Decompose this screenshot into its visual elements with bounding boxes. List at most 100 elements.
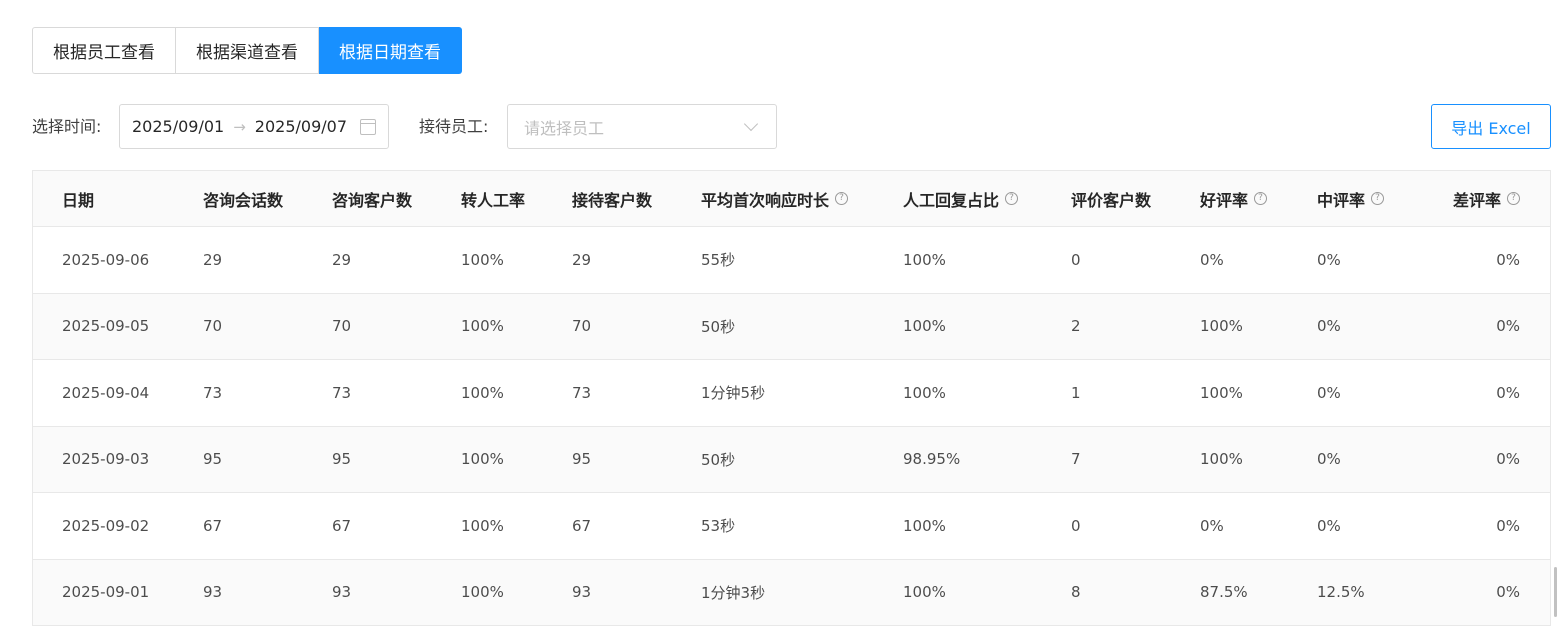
cell-good-rate: 100%: [1200, 450, 1243, 469]
header-rated-customers: 评价客户数: [1071, 190, 1152, 210]
cell-transfer-rate: 100%: [461, 317, 504, 336]
staff-select[interactable]: 请选择员工: [507, 104, 777, 149]
header-first-response: 平均首次响应时长?: [701, 187, 903, 211]
help-icon[interactable]: ?: [835, 192, 849, 205]
cell-served-customers: 73: [572, 383, 592, 402]
cell-sessions: 29: [203, 250, 223, 269]
staff-label: 接待员工:: [419, 117, 489, 136]
cell-neutral-rate: 12.5%: [1317, 583, 1365, 602]
table-row: 2025-09-05 70 70 100% 70 50秒 100% 2 100% 0% 0%: [33, 293, 1550, 360]
cell-date: 2025-09-04: [62, 383, 150, 402]
cell-good-rate: 100%: [1200, 383, 1243, 402]
cell-consult-customers: 73: [332, 383, 352, 402]
cell-served-customers: 95: [572, 450, 592, 469]
tab-by-channel[interactable]: 根据渠道查看: [176, 27, 319, 74]
cell-bad-rate: 0%: [1496, 516, 1520, 535]
cell-good-rate: 100%: [1200, 317, 1243, 336]
help-icon[interactable]: ?: [1254, 192, 1268, 205]
cell-date: 2025-09-05: [62, 317, 150, 336]
header-sessions: 咨询会话数: [203, 190, 284, 210]
cell-manual-reply: 100%: [903, 583, 946, 602]
cell-served-customers: 29: [572, 250, 592, 269]
header-neutral-rate: 中评率?: [1317, 187, 1417, 211]
header-manual-reply: 人工回复占比?: [903, 187, 1071, 211]
table-row: 2025-09-03 95 95 100% 95 50秒 98.95% 7 100% 0% 0%: [33, 426, 1550, 493]
header-bad-rate: 差评率?: [1417, 187, 1550, 211]
arrow-right-icon: →: [233, 117, 246, 136]
cell-manual-reply: 100%: [903, 383, 946, 402]
view-tabs: 根据员工查看 根据渠道查看 根据日期查看: [32, 27, 462, 74]
cell-rated-customers: 8: [1071, 583, 1081, 602]
cell-rated-customers: 1: [1071, 383, 1081, 402]
cell-bad-rate: 0%: [1496, 250, 1520, 269]
filter-bar: 选择时间: 2025/09/01 → 2025/09/07 接待员工: 请选择员…: [32, 104, 1557, 149]
cell-good-rate: 0%: [1200, 516, 1224, 535]
cell-first-response: 53秒: [701, 517, 736, 536]
staff-placeholder: 请选择员工: [524, 118, 605, 138]
cell-bad-rate: 0%: [1496, 583, 1520, 602]
cell-manual-reply: 100%: [903, 516, 946, 535]
cell-served-customers: 93: [572, 583, 592, 602]
time-label: 选择时间:: [32, 117, 102, 136]
cell-transfer-rate: 100%: [461, 583, 504, 602]
table-row: 2025-09-06 29 29 100% 29 55秒 100% 0 0% 0% 0%: [33, 227, 1550, 294]
tab-by-staff[interactable]: 根据员工查看: [32, 27, 176, 74]
cell-bad-rate: 0%: [1496, 450, 1520, 469]
cell-neutral-rate: 0%: [1317, 250, 1341, 269]
cell-good-rate: 87.5%: [1200, 583, 1248, 602]
header-good-rate: 好评率?: [1200, 187, 1317, 211]
cell-served-customers: 67: [572, 516, 592, 535]
calendar-icon[interactable]: [360, 118, 376, 135]
cell-consult-customers: 29: [332, 250, 352, 269]
cell-sessions: 73: [203, 383, 223, 402]
export-excel-button[interactable]: 导出 Excel: [1431, 104, 1551, 149]
cell-rated-customers: 0: [1071, 250, 1081, 269]
start-date[interactable]: 2025/09/01: [132, 117, 224, 136]
cell-manual-reply: 98.95%: [903, 450, 961, 469]
cell-sessions: 95: [203, 450, 223, 469]
cell-sessions: 67: [203, 516, 223, 535]
table-row: 2025-09-01 93 93 100% 93 1分钟3秒 100% 8 87.5% 12.5%…: [33, 559, 1550, 626]
cell-rated-customers: 0: [1071, 516, 1081, 535]
cell-date: 2025-09-03: [62, 450, 150, 469]
cell-transfer-rate: 100%: [461, 516, 504, 535]
help-icon[interactable]: ?: [1005, 192, 1019, 205]
header-date: 日期: [62, 190, 95, 210]
cell-first-response: 50秒: [701, 450, 736, 469]
cell-sessions: 70: [203, 317, 223, 336]
help-icon[interactable]: ?: [1371, 192, 1385, 205]
cell-date: 2025-09-06: [62, 250, 150, 269]
cell-manual-reply: 100%: [903, 317, 946, 336]
cell-first-response: 55秒: [701, 251, 736, 270]
cell-transfer-rate: 100%: [461, 250, 504, 269]
cell-date: 2025-09-02: [62, 516, 150, 535]
cell-date: 2025-09-01: [62, 583, 150, 602]
cell-bad-rate: 0%: [1496, 383, 1520, 402]
cell-first-response: 1分钟3秒: [701, 583, 766, 602]
cell-consult-customers: 67: [332, 516, 352, 535]
chevron-down-icon: [743, 116, 759, 131]
cell-rated-customers: 7: [1071, 450, 1081, 469]
end-date[interactable]: 2025/09/07: [255, 117, 347, 136]
cell-consult-customers: 93: [332, 583, 352, 602]
cell-manual-reply: 100%: [903, 250, 946, 269]
header-consult-customers: 咨询客户数: [332, 190, 413, 210]
header-transfer-rate: 转人工率: [461, 190, 526, 210]
table-header: 日期 咨询会话数 咨询客户数 转人工率 接待客户数 平均首次响应时长? 人工回复…: [33, 171, 1550, 227]
cell-sessions: 93: [203, 583, 223, 602]
table-body: 2025-09-06 29 29 100% 29 55秒 100% 0 0% 0% 0% 2025-0…: [33, 227, 1550, 626]
cell-neutral-rate: 0%: [1317, 516, 1341, 535]
stats-table: 日期 咨询会话数 咨询客户数 转人工率 接待客户数 平均首次响应时长? 人工回复…: [32, 170, 1551, 626]
date-range-picker[interactable]: 2025/09/01 → 2025/09/07: [119, 104, 389, 149]
tab-by-date[interactable]: 根据日期查看: [319, 27, 462, 74]
cell-neutral-rate: 0%: [1317, 383, 1341, 402]
cell-first-response: 50秒: [701, 317, 736, 336]
header-served-customers: 接待客户数: [572, 190, 653, 210]
help-icon[interactable]: ?: [1507, 192, 1520, 205]
cell-transfer-rate: 100%: [461, 383, 504, 402]
cell-consult-customers: 95: [332, 450, 352, 469]
cell-consult-customers: 70: [332, 317, 352, 336]
cell-good-rate: 0%: [1200, 250, 1224, 269]
cell-served-customers: 70: [572, 317, 592, 336]
table-row: 2025-09-04 73 73 100% 73 1分钟5秒 100% 1 100% 0% 0%: [33, 360, 1550, 427]
